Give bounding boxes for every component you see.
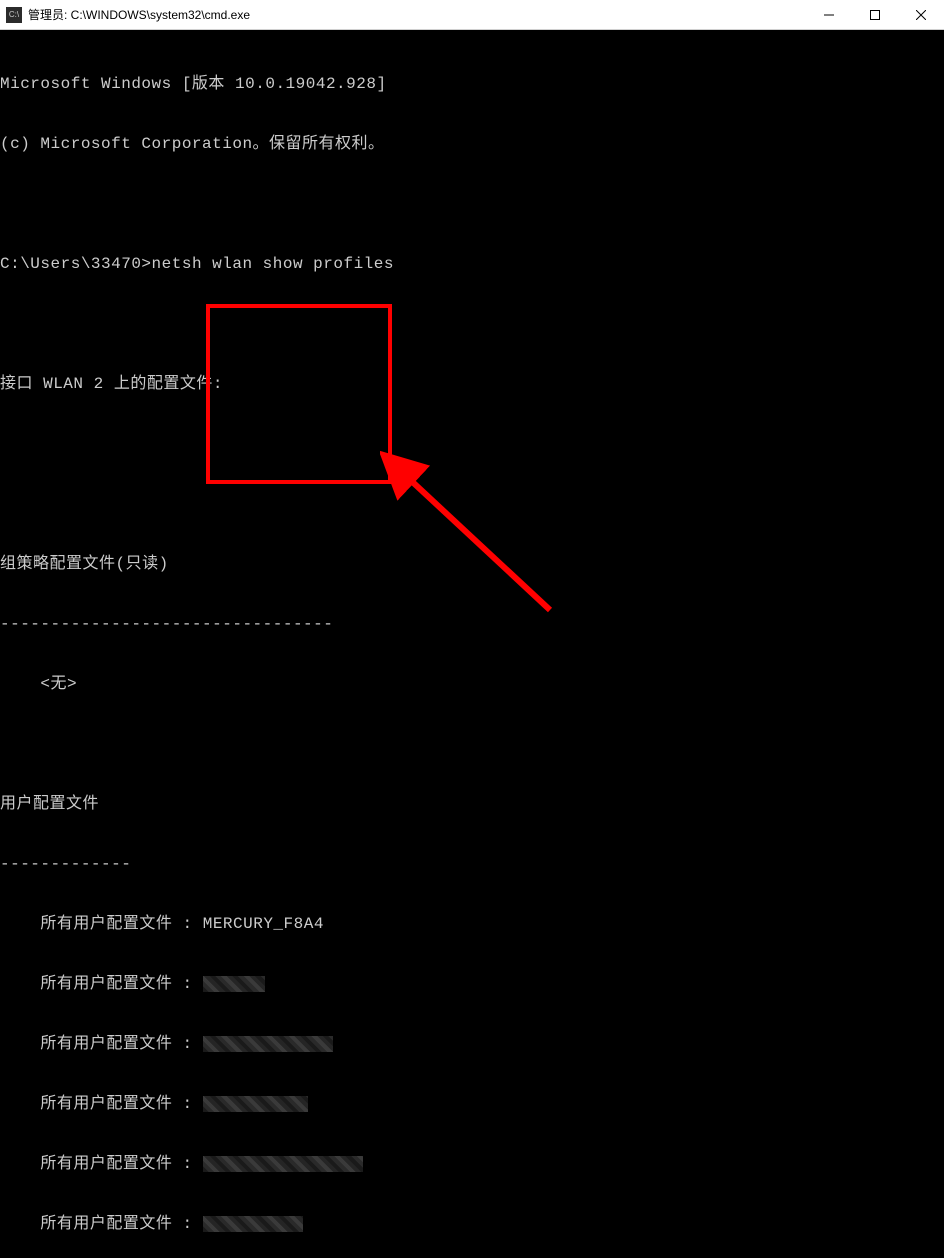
command-line: C:\Users\33470>netsh wlan show profiles xyxy=(0,254,944,274)
blank-line xyxy=(0,194,944,214)
window-title: 管理员: C:\WINDOWS\system32\cmd.exe xyxy=(28,6,250,23)
user-separator: ------------- xyxy=(0,854,944,874)
profile-row: 所有用户配置文件 : xyxy=(0,1154,944,1174)
profile-row: 所有用户配置文件 : xyxy=(0,1034,944,1054)
profile-row: 所有用户配置文件 : xyxy=(0,974,944,994)
redacted-value xyxy=(203,976,265,992)
command-text: netsh wlan show profiles xyxy=(152,255,394,273)
minimize-button[interactable] xyxy=(806,0,852,29)
group-policy-header: 组策略配置文件(只读) xyxy=(0,554,944,574)
profile-value: MERCURY_F8A4 xyxy=(203,915,324,933)
user-profiles-header: 用户配置文件 xyxy=(0,794,944,814)
window-controls xyxy=(806,0,944,29)
close-button[interactable] xyxy=(898,0,944,29)
profile-label: 所有用户配置文件 : xyxy=(0,1095,203,1113)
interface-header: 接口 WLAN 2 上的配置文件: xyxy=(0,374,944,394)
profile-label: 所有用户配置文件 : xyxy=(0,975,203,993)
redacted-value xyxy=(203,1156,363,1172)
profile-row: 所有用户配置文件 : xyxy=(0,1094,944,1114)
redacted-value xyxy=(203,1216,303,1232)
profile-label: 所有用户配置文件 : xyxy=(0,1155,203,1173)
redacted-value xyxy=(203,1036,333,1052)
blank-line xyxy=(0,734,944,754)
cmd-icon: C:\ xyxy=(6,7,22,23)
profile-label: 所有用户配置文件 : xyxy=(0,1215,203,1233)
profile-row: 所有用户配置文件 : MERCURY_F8A4 xyxy=(0,914,944,934)
version-line: Microsoft Windows [版本 10.0.19042.928] xyxy=(0,74,944,94)
prompt: C:\Users\33470> xyxy=(0,255,152,273)
profile-row: 所有用户配置文件 : xyxy=(0,1214,944,1234)
redacted-value xyxy=(203,1096,308,1112)
copyright-line: (c) Microsoft Corporation。保留所有权利。 xyxy=(0,134,944,154)
annotation-arrow-icon xyxy=(380,450,580,630)
window-titlebar: C:\ 管理员: C:\WINDOWS\system32\cmd.exe xyxy=(0,0,944,30)
none-entry: <无> xyxy=(0,674,944,694)
blank-line xyxy=(0,494,944,514)
separator: --------------------------------- xyxy=(0,614,944,634)
titlebar-left: C:\ 管理员: C:\WINDOWS\system32\cmd.exe xyxy=(6,6,250,23)
blank-line xyxy=(0,314,944,334)
maximize-button[interactable] xyxy=(852,0,898,29)
blank-line xyxy=(0,434,944,454)
terminal-output[interactable]: Microsoft Windows [版本 10.0.19042.928] (c… xyxy=(0,30,944,1258)
profile-label: 所有用户配置文件 : xyxy=(0,1035,203,1053)
profile-label: 所有用户配置文件 : xyxy=(0,915,203,933)
